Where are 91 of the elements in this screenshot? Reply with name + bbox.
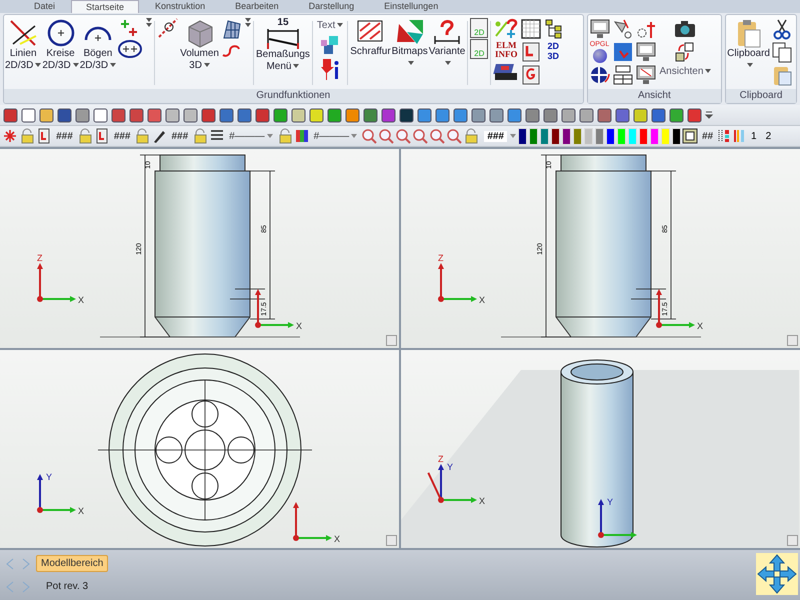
grid-value[interactable]: ##	[698, 130, 716, 142]
ribbon-button[interactable]: Clipboard	[727, 17, 770, 73]
ribbon-tab[interactable]: Einstellungen	[370, 0, 452, 13]
viewport[interactable]: X Y X	[0, 350, 399, 548]
sheet-tab[interactable]: Modellbereich	[36, 555, 108, 572]
zoom-out-icon[interactable]	[361, 128, 378, 144]
zoom-out-icon[interactable]	[429, 128, 446, 144]
group-title: Grundfunktionen	[4, 89, 583, 103]
elm-info-icon[interactable]: ELM INFO	[495, 41, 518, 59]
zoom-icon[interactable]	[446, 128, 462, 144]
window-icon[interactable]	[612, 41, 634, 63]
color-swatch[interactable]	[594, 128, 604, 144]
color-swatch[interactable]	[518, 128, 527, 144]
shapes-icon	[394, 18, 425, 46]
ribbon-button[interactable]: Variante	[428, 17, 466, 71]
bars-icon[interactable]	[732, 128, 746, 144]
axis-icon[interactable]	[157, 17, 180, 39]
table-icon[interactable]	[612, 64, 634, 86]
color-swatch[interactable]	[628, 128, 637, 144]
ribbon-tab[interactable]: Darstellung	[294, 0, 368, 13]
ribbon-button[interactable]: Schraffur	[350, 17, 391, 59]
scale-field[interactable]: ###	[484, 130, 507, 142]
asterisk-icon[interactable]	[2, 128, 18, 144]
line-style-select[interactable]: #———	[310, 130, 360, 142]
cut-icon[interactable]	[770, 18, 793, 40]
ribbon-tab[interactable]: Datei	[20, 0, 70, 13]
lock-icon[interactable]	[463, 128, 480, 144]
axis-triad: Y	[598, 496, 637, 538]
document-name: Pot rev. 3	[46, 581, 88, 592]
overflow-icon[interactable]	[704, 110, 714, 120]
caret-icon	[266, 134, 273, 138]
axis-triad: X Z Y	[427, 454, 486, 506]
color-swatch[interactable]	[572, 128, 582, 144]
text-button[interactable]: Text	[314, 18, 346, 33]
convert-icon[interactable]: 2D 3D	[548, 41, 562, 61]
hatch-value[interactable]: ###	[168, 130, 192, 142]
ribbon-button[interactable]: Bitmaps	[392, 17, 428, 71]
caret-icon	[351, 134, 358, 138]
zoom-icon[interactable]	[378, 128, 394, 144]
axis-triad: X Z	[438, 253, 486, 305]
crossed-lines-icon	[8, 18, 38, 48]
color-swatch[interactable]	[550, 128, 560, 144]
color-swatch[interactable]	[650, 128, 659, 144]
hatch-value[interactable]: ###	[110, 130, 134, 142]
layers-icon[interactable]	[717, 128, 731, 144]
pin-info-icon[interactable]	[319, 57, 342, 81]
palette-icon[interactable]	[294, 128, 310, 144]
page-number[interactable]: 1	[747, 130, 761, 142]
lock-icon[interactable]	[76, 128, 93, 144]
color-swatch[interactable]	[616, 128, 626, 144]
color-swatch[interactable]	[562, 128, 571, 144]
color-swatch[interactable]	[540, 128, 549, 144]
ribbon-tab[interactable]: Konstruktion	[141, 0, 220, 13]
pencil-icon[interactable]	[151, 128, 168, 144]
group-title: Clipboard	[726, 89, 796, 103]
percent-question-icon[interactable]	[493, 18, 520, 40]
color-swatch[interactable]	[584, 128, 593, 144]
double-circle-icon[interactable]	[117, 39, 144, 59]
ribbon-button[interactable]: Linien 2D/3D	[5, 17, 42, 73]
color-swatch[interactable]	[528, 128, 538, 144]
color-swatch[interactable]	[672, 128, 681, 144]
pan-arrows-icon[interactable]	[756, 553, 798, 595]
ribbon-tab[interactable]: Bearbeiten	[221, 0, 293, 13]
color-swatch[interactable]	[638, 128, 648, 144]
question-dimension-icon	[432, 18, 462, 46]
ribbon-button[interactable]: Bögen 2D/3D	[80, 17, 116, 73]
color-swatch[interactable]	[660, 128, 670, 144]
camera-icon[interactable]	[673, 18, 698, 40]
page-number[interactable]: 2	[762, 130, 776, 142]
viewport[interactable]: X Z Y Y	[401, 350, 800, 548]
rotate-sphere-icon[interactable]	[588, 64, 611, 86]
views-button[interactable]: Ansichten	[658, 64, 714, 79]
scissors-shape-icon[interactable]	[612, 18, 634, 40]
ribbon-button[interactable]: 15 Bemaßungs Menü	[256, 17, 310, 74]
axis-triad: X	[293, 502, 340, 544]
layout-document-icon[interactable]	[520, 41, 542, 63]
line-style-select[interactable]: #———	[226, 130, 276, 142]
lock-icon[interactable]	[19, 128, 35, 144]
ribbon-button[interactable]: Volumen 3D	[180, 17, 219, 73]
zoom-icon[interactable]	[395, 128, 412, 144]
color-swatch[interactable]	[606, 128, 615, 144]
axis-triad: X Z	[37, 253, 84, 305]
copy-icon[interactable]	[770, 41, 793, 63]
hatch-value[interactable]: ###	[53, 130, 76, 142]
zoom-in-icon[interactable]	[412, 128, 428, 144]
lock-icon[interactable]	[276, 128, 293, 144]
ribbon-button[interactable]: Kreise 2D/3D	[42, 17, 79, 73]
axis-triad: X Y	[37, 472, 84, 516]
ribbon-tab[interactable]: Startseite	[71, 0, 140, 13]
circle-icon	[46, 18, 76, 48]
group-title: Ansicht	[588, 89, 722, 103]
